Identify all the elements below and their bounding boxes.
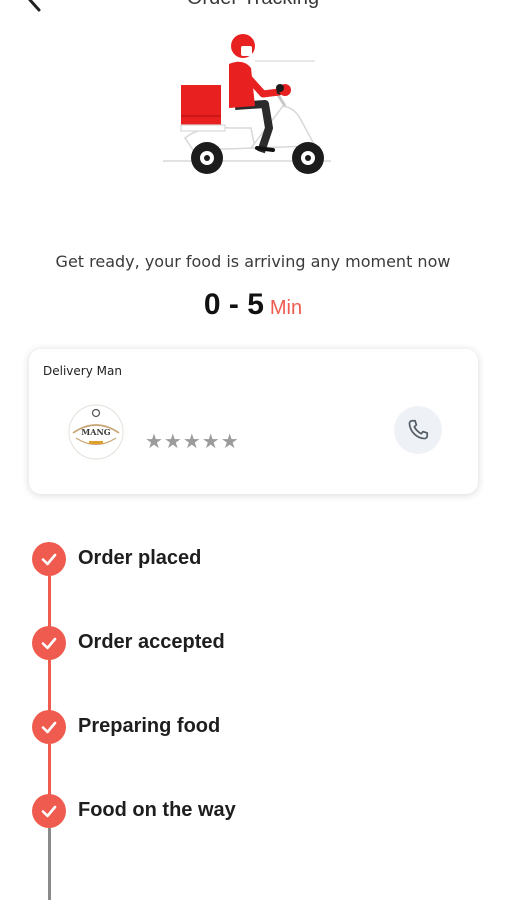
eta-display: 0 - 5 Min: [0, 288, 506, 322]
step-check-icon: [32, 794, 66, 828]
eta-range: 0 - 5: [203, 288, 264, 321]
timeline-connector: [48, 576, 51, 628]
timeline-connector: [48, 744, 51, 796]
arrival-message: Get ready, your food is arriving any mom…: [55, 252, 451, 271]
call-button[interactable]: [394, 406, 442, 454]
top-bar: Order Tracking: [0, 0, 506, 14]
delivery-scooter-illustration: [163, 34, 331, 174]
page-title: Order Tracking: [0, 0, 506, 10]
step-label-food-on-the-way: Food on the way: [78, 799, 236, 821]
step-label-order-placed: Order placed: [78, 547, 202, 569]
delivery-man-avatar: MANG: [68, 404, 124, 460]
step-label-order-accepted: Order accepted: [78, 631, 225, 653]
step-label-preparing-food: Preparing food: [78, 715, 221, 737]
phone-icon: [408, 419, 429, 440]
timeline-connector-pending: [48, 828, 51, 900]
eta-unit: Min: [269, 297, 303, 319]
step-check-icon: [32, 710, 66, 744]
svg-text:MANG: MANG: [81, 427, 110, 437]
timeline-connector: [48, 660, 51, 712]
step-check-icon: [32, 626, 66, 660]
rating-stars: ★★★★★: [145, 429, 240, 453]
delivery-man-title: Delivery Man: [43, 364, 122, 378]
delivery-man-card: Delivery Man MANG ★★★★★: [29, 349, 478, 494]
step-check-icon: [32, 542, 66, 576]
